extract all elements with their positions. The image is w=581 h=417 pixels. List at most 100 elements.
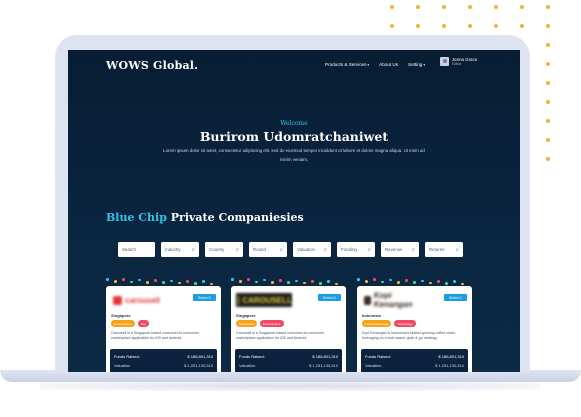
decor-dot [546, 119, 550, 123]
sort-icon: ⇵ [191, 247, 195, 252]
funds-row: Funds Raised: $ 186,801,310 [239, 354, 338, 363]
decor-dot [186, 280, 189, 283]
company-logo: carousell [111, 293, 167, 307]
decor-dot [311, 280, 314, 283]
user-icon [442, 59, 447, 63]
search-input[interactable]: Search [118, 242, 155, 257]
tag[interactable]: Automotive [236, 320, 258, 327]
decor-dot [263, 278, 266, 282]
decor-dot [106, 278, 109, 281]
user-role: Editor [452, 62, 462, 66]
filter-label: Country [209, 247, 225, 252]
tag-list: E-Commerce Tag [111, 320, 149, 327]
decor-dot [453, 280, 456, 283]
decor-dot [194, 282, 197, 285]
nav-about-us[interactable]: About Us [379, 62, 398, 67]
funds-label: Funds Raised: [114, 354, 140, 359]
tag[interactable]: E-Commerce [260, 320, 284, 327]
decor-dot [461, 282, 464, 286]
brand-logo[interactable]: WOWS Global. [106, 59, 198, 72]
logo-mark-icon [238, 295, 240, 305]
nav-products-services[interactable]: Products & Services▾ [325, 62, 369, 67]
series-button[interactable]: Series C [443, 294, 467, 301]
decor-dot [416, 5, 420, 9]
funds-value: $ 186,801,310 [312, 354, 338, 359]
filter-industry[interactable]: Industry ⇵ [161, 242, 199, 257]
filter-country[interactable]: Country ⇵ [205, 242, 243, 257]
decor-dot [546, 62, 550, 66]
decor-dot [546, 138, 550, 142]
decor-dot [365, 280, 368, 283]
hero-title: Burirom Udomratchaniwet [199, 129, 389, 144]
company-logo: Kopi Kenangan [362, 291, 418, 309]
decor-dot [468, 24, 472, 28]
tag[interactable]: Technology [394, 320, 416, 327]
decor-dot [442, 24, 446, 28]
company-logo: CAROUSELL [236, 293, 292, 307]
user-menu[interactable]: Jenna Grace Editor [440, 57, 477, 66]
company-card[interactable]: CAROUSELL Series D Singapore Automotive … [231, 286, 346, 372]
filter-returns[interactable]: Returns ⇵ [425, 242, 463, 257]
logo-mark-icon [113, 295, 122, 305]
decor-dot [271, 281, 274, 284]
logo-mark-icon [364, 295, 371, 305]
decor-dot [546, 100, 550, 104]
valuation-value: $ 1,251,130,510 [184, 363, 213, 368]
decor-dot [162, 281, 165, 284]
company-card[interactable]: Kopi Kenangan Series C Indonesia Food & … [357, 286, 472, 372]
valuation-label: Valuation [365, 363, 382, 368]
company-description: Carousell is a Singapore-based consumer-… [111, 331, 200, 341]
filter-label: Funding [341, 247, 357, 252]
filter-label: Valuation [297, 247, 315, 252]
decor-dot [413, 281, 416, 284]
series-button[interactable]: Series D [317, 294, 341, 301]
funds-value: $ 186,801,310 [438, 354, 464, 359]
valuation-row: Valuation $ 1,251,130,510 [239, 363, 338, 372]
tag-list: Automotive E-Commerce [236, 320, 284, 327]
decor-dot [390, 24, 394, 28]
sort-icon: ⇵ [235, 247, 239, 252]
decor-dot [520, 24, 524, 28]
sort-icon: ⇵ [279, 247, 283, 252]
laptop-screen: WOWS Global. Products & Services▾ About … [68, 50, 520, 372]
decor-dot [327, 280, 330, 283]
company-location: Singapore [236, 313, 256, 318]
funds-label: Funds Raised: [365, 354, 391, 359]
laptop-shadow [40, 381, 540, 391]
series-button[interactable]: Series D [192, 294, 216, 301]
decor-dot [546, 24, 550, 28]
decor-dot [437, 280, 440, 283]
company-location: Singapore [111, 313, 131, 318]
decor-dot [405, 279, 408, 282]
filter-funding[interactable]: Funding ⇵ [337, 242, 375, 257]
nav-setting[interactable]: Setting▾ [408, 62, 425, 67]
tag[interactable]: Food & Beverage [362, 320, 392, 327]
decor-dot [397, 281, 400, 284]
marketing-mockup: WOWS Global. Products & Services▾ About … [0, 0, 581, 417]
funds-row: Funds Raised: $ 186,801,310 [365, 354, 464, 363]
company-card[interactable]: carousell Series D Singapore E-Commerce … [106, 286, 221, 372]
tag[interactable]: E-Commerce [111, 320, 135, 327]
top-nav: Products & Services▾ About Us Setting▾ [325, 62, 425, 67]
company-description: Carousell is a Singapore-based consumer-… [236, 331, 325, 341]
decor-dot [138, 278, 141, 282]
filter-revenue[interactable]: Revenue ⇵ [381, 242, 419, 257]
decor-dot [546, 5, 550, 9]
filter-valuation[interactable]: Valuation ⇵ [293, 242, 331, 257]
decor-dot [357, 278, 360, 281]
section-title-highlight: Blue Chip [106, 211, 167, 224]
decor-dot [154, 279, 157, 282]
caret-down-icon: ▾ [367, 63, 370, 67]
hero-subtitle: Lorem ipsum dolor sit amet, consectetur … [163, 148, 425, 162]
valuation-label: Valuation [114, 363, 131, 368]
tag[interactable]: Tag [137, 320, 149, 327]
user-info: Jenna Grace Editor [452, 57, 477, 66]
card-decor-dots [68, 274, 520, 286]
decor-dot [287, 281, 290, 284]
filter-round[interactable]: Round ⇵ [249, 242, 287, 257]
tag-list: Food & Beverage Technology [362, 320, 416, 327]
funds-row: Funds Raised: $ 186,801,310 [114, 354, 213, 363]
sort-icon: ⇵ [455, 247, 459, 252]
decor-dot [239, 280, 242, 283]
decor-dot [178, 281, 181, 285]
